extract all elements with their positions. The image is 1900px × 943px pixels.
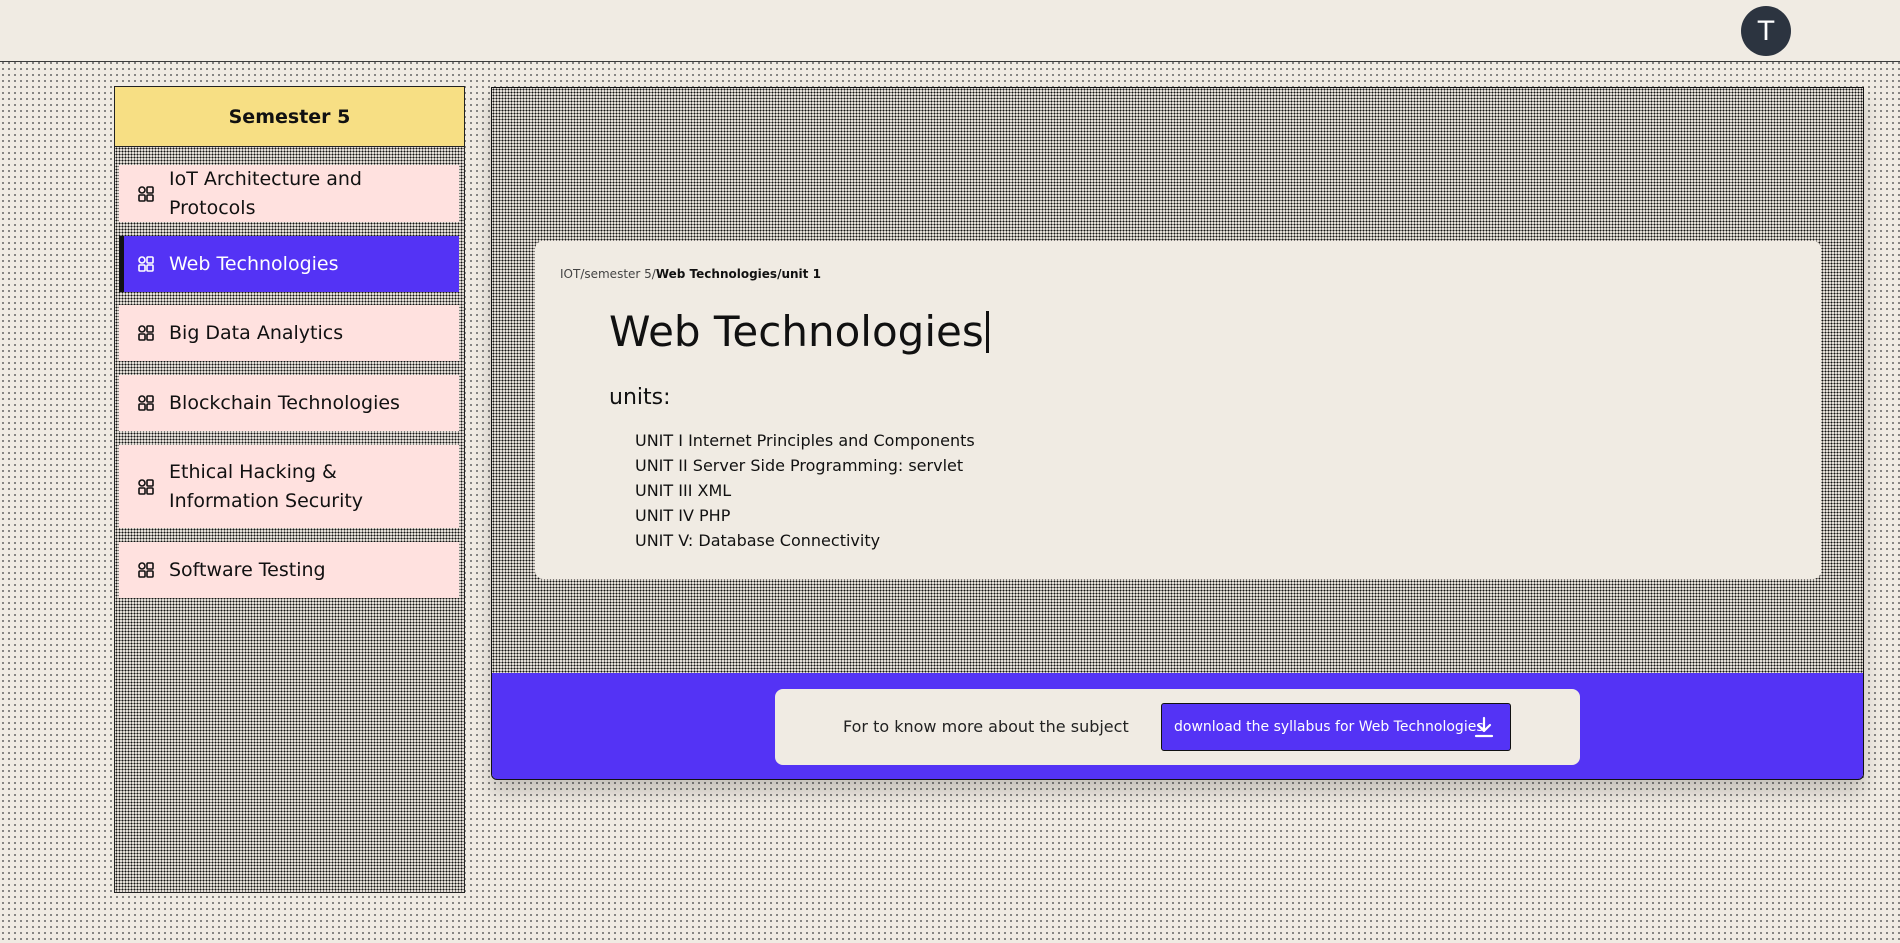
subject-card: IOT/semester 5/Web Technologies/unit 1 W… [535, 241, 1821, 579]
sidebar-item-label: Blockchain Technologies [169, 391, 400, 414]
unit-item: UNIT III XML [635, 481, 732, 500]
download-syllabus-button[interactable]: download the syllabus for Web Technologi… [1161, 703, 1511, 751]
sidebar-item-label: Software Testing [169, 558, 326, 581]
units-heading: units: [609, 385, 671, 410]
unit-item: UNIT V: Database Connectivity [635, 531, 881, 550]
breadcrumb: IOT/semester 5/Web Technologies/unit 1 [560, 267, 821, 281]
sidebar-item-label: Web Technologies [169, 252, 339, 275]
grid-apps-icon [138, 185, 154, 202]
sidebar-item-ethical-hacking[interactable]: Ethical Hacking & Information Security [119, 445, 459, 528]
download-arrow-icon [1474, 716, 1494, 738]
download-button-label: download the syllabus for Web Technologi… [1174, 719, 1484, 735]
syllabus-card: For to know more about the subject downl… [775, 689, 1580, 765]
grid-apps-icon [138, 478, 154, 495]
sidebar-item-label: Ethical Hacking & Information Security [169, 460, 364, 512]
sidebar-item-iot-architecture[interactable]: IoT Architecture and Protocols [119, 165, 459, 222]
unit-item: UNIT IV PHP [635, 506, 731, 525]
page-title-text: Web Technologies [609, 307, 984, 356]
grid-apps-icon [138, 256, 154, 272]
sidebar-item-software-testing[interactable]: Software Testing [119, 542, 459, 598]
syllabus-prompt-text: For to know more about the subject [843, 717, 1129, 736]
unit-item: UNIT II Server Side Programming: servlet [635, 456, 964, 475]
avatar-initial: T [1757, 15, 1775, 47]
grid-apps-icon [138, 395, 154, 411]
grid-apps-icon [138, 325, 154, 341]
unit-item: UNIT I Internet Principles and Component… [635, 431, 975, 450]
subject-content-panel: IOT/semester 5/Web Technologies/unit 1 W… [491, 87, 1864, 780]
page-title: Web Technologies [609, 307, 989, 356]
sidebar-item-big-data[interactable]: Big Data Analytics [119, 305, 459, 361]
grid-apps-icon [138, 562, 154, 578]
user-avatar[interactable]: T [1741, 6, 1791, 56]
sidebar-item-blockchain[interactable]: Blockchain Technologies [119, 375, 459, 431]
sidebar-item-web-technologies[interactable]: Web Technologies [119, 236, 459, 292]
typing-cursor [985, 311, 989, 353]
semester-title: Semester 5 [115, 87, 464, 147]
sidebar-item-label: IoT Architecture and Protocols [169, 167, 362, 219]
semester-sidebar: Semester 5 IoT Architecture and Protocol… [114, 86, 465, 893]
breadcrumb-current: Web Technologies/unit 1 [655, 267, 821, 281]
sidebar-item-label: Big Data Analytics [169, 321, 344, 344]
units-list: UNIT I Internet Principles and Component… [635, 428, 975, 553]
top-bar: T [0, 0, 1900, 62]
syllabus-footer: For to know more about the subject downl… [492, 673, 1863, 779]
breadcrumb-path: IOT/semester 5/ [560, 267, 656, 281]
